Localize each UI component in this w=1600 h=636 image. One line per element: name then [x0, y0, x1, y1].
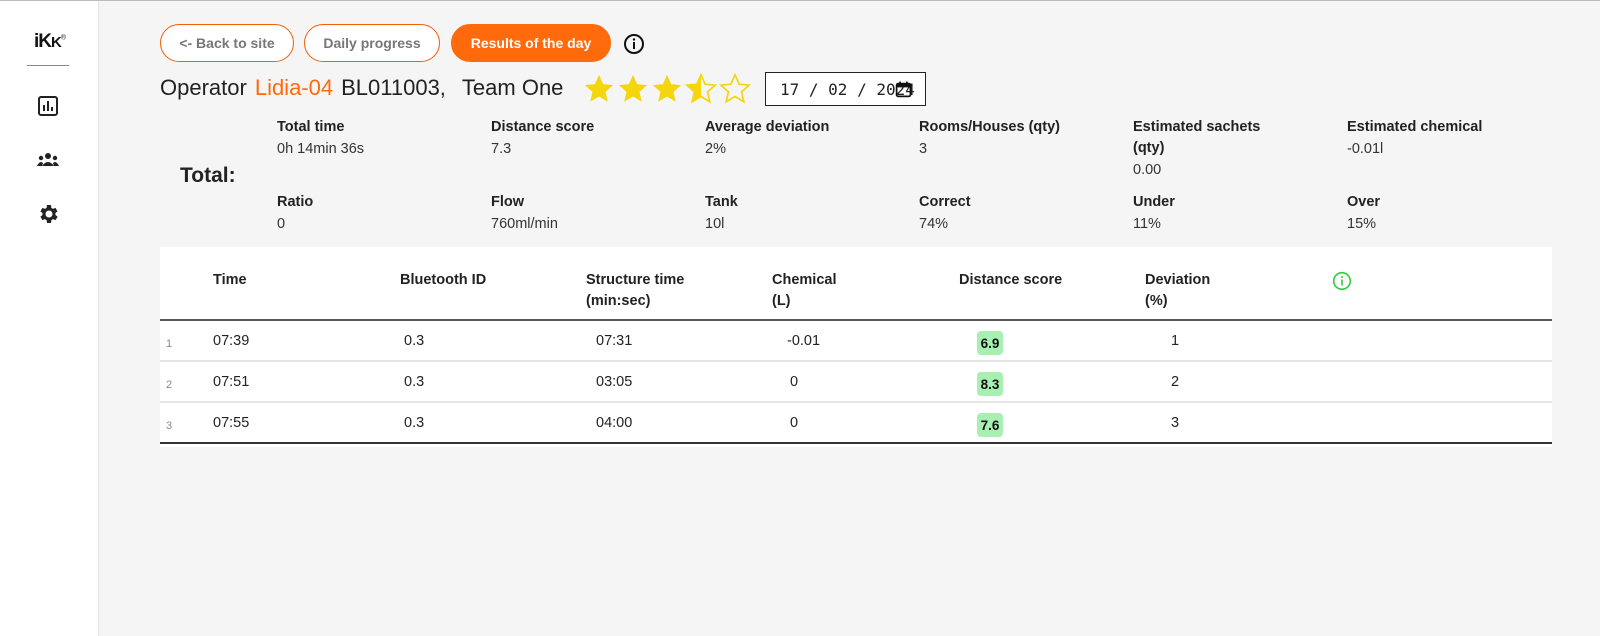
- cell-bluetooth-id: 0.3: [404, 415, 425, 431]
- stat-estimated-sachets: Estimated sachets (qty) 0.00: [1133, 117, 1283, 181]
- star-icon-full: [652, 74, 682, 102]
- info-icon[interactable]: [1332, 271, 1352, 291]
- stat-value: 3: [919, 141, 928, 157]
- back-to-site-button[interactable]: <- Back to site: [160, 24, 294, 62]
- cell-time: 07:55: [213, 415, 250, 431]
- stat-label: Rooms/Houses (qty): [919, 119, 1060, 135]
- cell-deviation: 1: [1171, 333, 1180, 349]
- distance-score-badge: 6.9: [977, 331, 1003, 355]
- stat-label: Estimated chemical: [1347, 119, 1483, 135]
- cell-chemical: 0: [790, 374, 799, 390]
- row-index: 2: [166, 379, 173, 391]
- cell-structure-time: 04:00: [596, 415, 633, 431]
- stat-value: 11%: [1133, 216, 1161, 232]
- stat-value: 10l: [705, 216, 725, 232]
- stat-label: Average deviation: [705, 119, 830, 135]
- stat-label: Flow: [491, 194, 525, 210]
- stat-distance-score: Distance score 7.3: [491, 117, 691, 160]
- star-icon-empty: [718, 72, 752, 104]
- stat-label: Over: [1347, 194, 1381, 210]
- cell-bluetooth-id: 0.3: [404, 333, 425, 349]
- stat-label: Estimated sachets (qty): [1133, 119, 1261, 156]
- daily-progress-button[interactable]: Daily progress: [304, 24, 440, 62]
- column-header-distance-score[interactable]: Distance score: [959, 270, 1062, 291]
- stat-label: Ratio: [277, 194, 314, 210]
- stat-label: Under: [1133, 194, 1175, 210]
- distance-score-badge: 7.6: [977, 413, 1003, 437]
- cell-deviation: 2: [1171, 374, 1180, 390]
- stat-estimated-chemical: Estimated chemical -0.01l: [1347, 117, 1547, 160]
- column-header-chemical[interactable]: Chemical (L): [772, 270, 852, 312]
- cell-deviation: 3: [1171, 415, 1180, 431]
- cell-chemical: 0: [790, 415, 799, 431]
- stat-average-deviation: Average deviation 2%: [705, 117, 905, 160]
- cell-time: 07:39: [213, 333, 250, 349]
- stat-value: -0.01l: [1347, 141, 1384, 157]
- stat-rooms-houses: Rooms/Houses (qty) 3: [919, 117, 1069, 160]
- operator-prefix: Operator: [160, 75, 247, 100]
- stat-value: 74%: [919, 216, 949, 232]
- gear-icon[interactable]: [36, 202, 60, 226]
- totals-label: Total:: [180, 164, 236, 187]
- stat-correct: Correct 74%: [919, 192, 1119, 235]
- bar-chart-icon[interactable]: [36, 94, 60, 118]
- column-header-bluetooth-id[interactable]: Bluetooth ID: [400, 270, 486, 291]
- stat-flow: Flow 760ml/min: [491, 192, 691, 235]
- column-header-structure-time[interactable]: Structure time (min:sec): [586, 270, 706, 312]
- cell-time: 07:51: [213, 374, 250, 390]
- stat-label: Correct: [919, 194, 971, 210]
- operator-code: BL011003,: [341, 75, 446, 100]
- distance-score-badge: 8.3: [977, 372, 1003, 396]
- sidebar: iKK®: [0, 1, 99, 636]
- cell-bluetooth-id: 0.3: [404, 374, 425, 390]
- stat-tank: Tank 10l: [705, 192, 905, 235]
- table-row[interactable]: 2 07:51 0.3 03:05 0 8.3 2: [160, 362, 1552, 403]
- stat-value: 760ml/min: [491, 216, 558, 232]
- operator-name[interactable]: Lidia-04: [255, 75, 333, 100]
- stat-over: Over 15%: [1347, 192, 1547, 235]
- star-icon-full: [584, 74, 614, 102]
- info-icon[interactable]: [623, 33, 645, 55]
- app-logo[interactable]: iKK®: [34, 31, 66, 53]
- table-bottom-border: [160, 442, 1552, 444]
- stat-value: 0: [277, 216, 286, 232]
- row-index: 3: [166, 420, 173, 432]
- stat-value: 0.00: [1133, 162, 1162, 178]
- stat-value: 0h 14min 36s: [277, 141, 365, 157]
- table-row[interactable]: 1 07:39 0.3 07:31 -0.01 6.9 1: [160, 321, 1552, 362]
- cell-structure-time: 07:31: [596, 333, 633, 349]
- stat-label: Distance score: [491, 119, 595, 135]
- cell-structure-time: 03:05: [596, 374, 633, 390]
- stat-label: Tank: [705, 194, 738, 210]
- operator-line: Operator Lidia-04 BL011003, Team One: [160, 75, 563, 101]
- rating-stars: [582, 72, 752, 106]
- sidebar-divider: [27, 65, 69, 66]
- table-row[interactable]: 3 07:55 0.3 04:00 0 7.6 3: [160, 403, 1552, 444]
- row-index: 1: [166, 338, 173, 350]
- stat-value: 7.3: [491, 141, 512, 157]
- column-header-time[interactable]: Time: [213, 270, 247, 291]
- cell-chemical: -0.01: [787, 333, 821, 349]
- stat-label: Total time: [277, 119, 345, 135]
- star-icon-full: [618, 74, 648, 102]
- results-table: Time Bluetooth ID Structure time (min:se…: [160, 247, 1552, 447]
- team-icon[interactable]: [36, 148, 60, 172]
- results-of-the-day-button[interactable]: Results of the day: [451, 24, 611, 62]
- stat-total-time: Total time 0h 14min 36s: [277, 117, 477, 160]
- logo-text: iK: [34, 31, 52, 52]
- stat-under: Under 11%: [1133, 192, 1333, 235]
- stat-value: 2%: [705, 141, 726, 157]
- column-header-deviation[interactable]: Deviation (%): [1145, 270, 1225, 312]
- stat-value: 15%: [1347, 216, 1377, 232]
- logo-mark: ®: [60, 34, 66, 42]
- calendar-icon[interactable]: [895, 81, 912, 98]
- team-name: Team One: [461, 75, 564, 100]
- date-input[interactable]: 17 / 02 / 2024: [765, 72, 926, 106]
- star-icon-half: [684, 72, 718, 104]
- stat-ratio: Ratio 0: [277, 192, 477, 235]
